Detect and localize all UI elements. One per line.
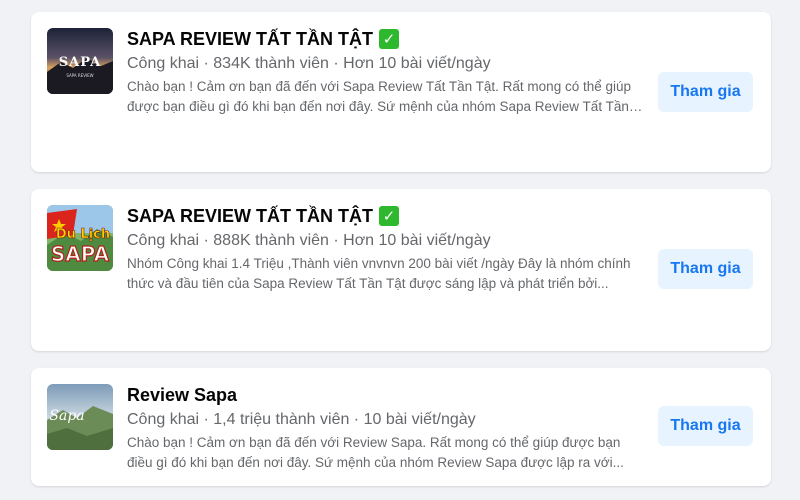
group-description: Nhóm Công khai 1.4 Triệu ,Thành viên vnv…	[127, 256, 631, 291]
group-cover-image[interactable]: Sapa	[47, 384, 113, 450]
group-info: Review Sapa Công khai · 1,4 triệu thành …	[127, 382, 647, 473]
check-mark-icon: ✓	[379, 29, 399, 49]
thumb-text-main: SAPA	[51, 242, 110, 266]
thumb-logo-subtext: SAPA REVIEW	[66, 73, 93, 78]
group-card[interactable]: SAPA SAPA REVIEW SAPA REVIEW TẤT TẦN TẬT…	[31, 12, 771, 172]
group-meta: Công khai · 888K thành viên · Hơn 10 bài…	[127, 232, 491, 249]
group-card[interactable]: Du Lịch SAPA SAPA REVIEW TẤT TẦN TẬT ✓ C…	[31, 189, 771, 351]
group-cover-image[interactable]: Du Lịch SAPA	[47, 205, 113, 271]
check-mark-icon: ✓	[379, 206, 399, 226]
join-button[interactable]: Tham gia	[658, 249, 753, 289]
group-description: Chào bạn ! Cảm ơn bạn đã đến với Sapa Re…	[127, 79, 632, 114]
group-meta: Công khai · 1,4 triệu thành viên · 10 bà…	[127, 411, 476, 428]
group-title[interactable]: SAPA REVIEW TẤT TẦN TẬT	[127, 29, 373, 50]
group-description: Chào bạn ! Cảm ơn bạn đã đến với Review …	[127, 435, 624, 470]
group-cover-image[interactable]: SAPA SAPA REVIEW	[47, 28, 113, 94]
group-info: SAPA REVIEW TẤT TẦN TẬT ✓ Công khai · 83…	[127, 26, 647, 117]
join-button[interactable]: Tham gia	[658, 406, 753, 446]
group-search-results: SAPA SAPA REVIEW SAPA REVIEW TẤT TẦN TẬT…	[0, 0, 800, 500]
group-title[interactable]: SAPA REVIEW TẤT TẦN TẬT	[127, 206, 373, 227]
thumb-text-top: Du Lịch	[56, 227, 110, 242]
group-info: SAPA REVIEW TẤT TẦN TẬT ✓ Công khai · 88…	[127, 203, 647, 294]
group-meta: Công khai · 834K thành viên · Hơn 10 bài…	[127, 55, 491, 72]
thumb-logo-text: SAPA	[59, 55, 101, 70]
thumb-logo-text: Sapa	[49, 408, 84, 424]
group-title[interactable]: Review Sapa	[127, 385, 237, 406]
group-card[interactable]: Sapa Review Sapa Công khai · 1,4 triệu t…	[31, 368, 771, 486]
join-button[interactable]: Tham gia	[658, 72, 753, 112]
